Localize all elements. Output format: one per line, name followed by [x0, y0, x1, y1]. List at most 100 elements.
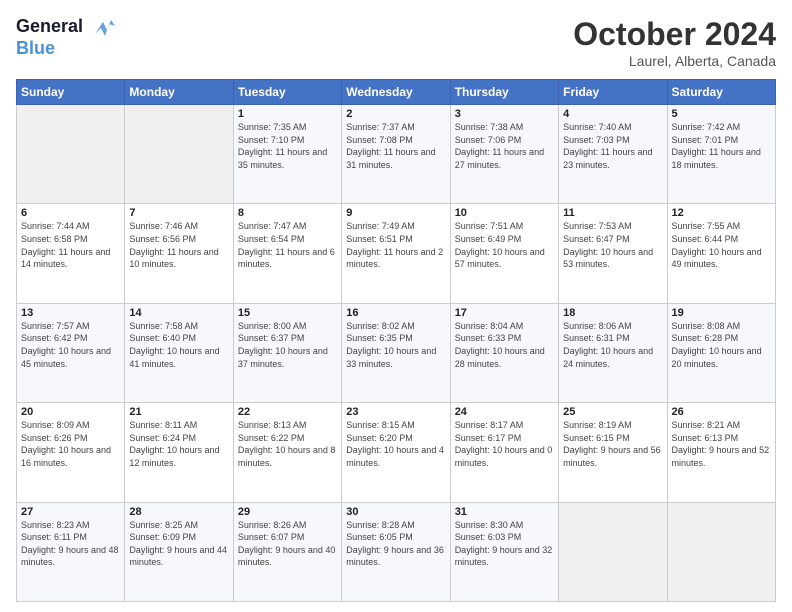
daylight-text: Daylight: 10 hours and 57 minutes.	[455, 247, 545, 270]
daylight-text: Daylight: 9 hours and 32 minutes.	[455, 545, 553, 568]
daylight-text: Daylight: 9 hours and 52 minutes.	[672, 445, 770, 468]
table-row: 2Sunrise: 7:37 AMSunset: 7:08 PMDaylight…	[342, 105, 450, 204]
day-info: Sunrise: 8:08 AMSunset: 6:28 PMDaylight:…	[672, 320, 771, 370]
day-number: 24	[455, 406, 554, 418]
day-number: 11	[563, 207, 662, 219]
table-row: 9Sunrise: 7:49 AMSunset: 6:51 PMDaylight…	[342, 204, 450, 303]
day-info: Sunrise: 7:55 AMSunset: 6:44 PMDaylight:…	[672, 220, 771, 270]
day-info: Sunrise: 7:42 AMSunset: 7:01 PMDaylight:…	[672, 121, 771, 171]
day-info: Sunrise: 8:09 AMSunset: 6:26 PMDaylight:…	[21, 419, 120, 469]
page: General Blue October 2024 Laurel, Albert…	[0, 0, 792, 612]
daylight-text: Daylight: 10 hours and 20 minutes.	[672, 346, 762, 369]
sunset-text: Sunset: 6:20 PM	[346, 433, 413, 443]
month-title: October 2024	[573, 16, 776, 53]
daylight-text: Daylight: 10 hours and 28 minutes.	[455, 346, 545, 369]
table-row: 11Sunrise: 7:53 AMSunset: 6:47 PMDayligh…	[559, 204, 667, 303]
daylight-text: Daylight: 11 hours and 10 minutes.	[129, 247, 218, 270]
day-info: Sunrise: 8:06 AMSunset: 6:31 PMDaylight:…	[563, 320, 662, 370]
day-number: 8	[238, 207, 337, 219]
sunset-text: Sunset: 6:51 PM	[346, 234, 413, 244]
table-row: 25Sunrise: 8:19 AMSunset: 6:15 PMDayligh…	[559, 403, 667, 502]
table-row: 4Sunrise: 7:40 AMSunset: 7:03 PMDaylight…	[559, 105, 667, 204]
day-number: 2	[346, 108, 445, 120]
day-number: 4	[563, 108, 662, 120]
daylight-text: Daylight: 10 hours and 0 minutes.	[455, 445, 553, 468]
daylight-text: Daylight: 11 hours and 23 minutes.	[563, 147, 652, 170]
sunrise-text: Sunrise: 7:47 AM	[238, 221, 307, 231]
day-info: Sunrise: 8:13 AMSunset: 6:22 PMDaylight:…	[238, 419, 337, 469]
col-monday: Monday	[125, 80, 233, 105]
table-row: 30Sunrise: 8:28 AMSunset: 6:05 PMDayligh…	[342, 502, 450, 601]
location: Laurel, Alberta, Canada	[573, 53, 776, 69]
daylight-text: Daylight: 10 hours and 16 minutes.	[21, 445, 111, 468]
day-number: 12	[672, 207, 771, 219]
day-info: Sunrise: 8:00 AMSunset: 6:37 PMDaylight:…	[238, 320, 337, 370]
day-number: 23	[346, 406, 445, 418]
table-row: 13Sunrise: 7:57 AMSunset: 6:42 PMDayligh…	[17, 303, 125, 402]
table-row: 29Sunrise: 8:26 AMSunset: 6:07 PMDayligh…	[233, 502, 341, 601]
col-thursday: Thursday	[450, 80, 558, 105]
table-row	[559, 502, 667, 601]
sunset-text: Sunset: 6:24 PM	[129, 433, 196, 443]
day-info: Sunrise: 8:25 AMSunset: 6:09 PMDaylight:…	[129, 519, 228, 569]
col-saturday: Saturday	[667, 80, 775, 105]
sunset-text: Sunset: 6:58 PM	[21, 234, 88, 244]
sunrise-text: Sunrise: 8:26 AM	[238, 520, 307, 530]
day-info: Sunrise: 7:44 AM Sunset: 6:58 PM Daylight:…	[21, 220, 120, 270]
daylight-text: Daylight: 9 hours and 48 minutes.	[21, 545, 119, 568]
daylight-text: Daylight: 11 hours and 31 minutes.	[346, 147, 435, 170]
daylight-text: Daylight: 10 hours and 24 minutes.	[563, 346, 653, 369]
sunset-text: Sunset: 6:05 PM	[346, 532, 413, 542]
day-info: Sunrise: 8:02 AMSunset: 6:35 PMDaylight:…	[346, 320, 445, 370]
logo-blue: Blue	[16, 38, 115, 59]
daylight-text: Daylight: 11 hours and 14 minutes.	[21, 247, 110, 270]
sunrise-text: Sunrise: 7:44 AM	[21, 221, 90, 231]
sunrise-text: Sunrise: 8:11 AM	[129, 420, 197, 430]
table-row: 27Sunrise: 8:23 AMSunset: 6:11 PMDayligh…	[17, 502, 125, 601]
day-info: Sunrise: 8:11 AM Sunset: 6:24 PM Daylight:…	[129, 419, 228, 469]
daylight-text: Daylight: 11 hours and 18 minutes.	[672, 147, 761, 170]
table-row: 6Sunrise: 7:44 AMSunset: 6:58 PMDaylight…	[17, 204, 125, 303]
day-number: 27	[21, 506, 120, 518]
day-number: 20	[21, 406, 120, 418]
sunset-text: Sunset: 6:47 PM	[563, 234, 630, 244]
day-number: 30	[346, 506, 445, 518]
table-row: 5Sunrise: 7:42 AMSunset: 7:01 PMDaylight…	[667, 105, 775, 204]
logo: General Blue	[16, 16, 115, 59]
sunrise-text: Sunrise: 8:21 AM	[672, 420, 741, 430]
col-tuesday: Tuesday	[233, 80, 341, 105]
table-row: 16Sunrise: 8:02 AMSunset: 6:35 PMDayligh…	[342, 303, 450, 402]
sunrise-text: Sunrise: 7:38 AM	[455, 122, 524, 132]
sunrise-text: Sunrise: 8:28 AM	[346, 520, 415, 530]
day-info: Sunrise: 7:51 AMSunset: 6:49 PMDaylight:…	[455, 220, 554, 270]
calendar-table: Sunday Monday Tuesday Wednesday Thursday…	[16, 79, 776, 602]
sunrise-text: Sunrise: 7:53 AM	[563, 221, 632, 231]
sunrise-text: Sunrise: 7:57 AM	[21, 321, 90, 331]
sunrise-text: Sunrise: 8:04 AM	[455, 321, 524, 331]
sunset-text: Sunset: 6:15 PM	[563, 433, 630, 443]
sunrise-text: Sunrise: 7:37 AM	[346, 122, 415, 132]
table-row: 12Sunrise: 7:55 AMSunset: 6:44 PMDayligh…	[667, 204, 775, 303]
col-wednesday: Wednesday	[342, 80, 450, 105]
daylight-text: Daylight: 10 hours and 12 minutes.	[129, 445, 219, 468]
table-row: 20Sunrise: 8:09 AMSunset: 6:26 PMDayligh…	[17, 403, 125, 502]
day-info: Sunrise: 7:58 AMSunset: 6:40 PMDaylight:…	[129, 320, 228, 370]
calendar-week-row: 6Sunrise: 7:44 AMSunset: 6:58 PMDaylight…	[17, 204, 776, 303]
table-row: 22Sunrise: 8:13 AMSunset: 6:22 PMDayligh…	[233, 403, 341, 502]
calendar-week-row: 20Sunrise: 8:09 AMSunset: 6:26 PMDayligh…	[17, 403, 776, 502]
day-number: 5	[672, 108, 771, 120]
day-info: Sunrise: 8:21 AMSunset: 6:13 PMDaylight:…	[672, 419, 771, 469]
day-info: Sunrise: 7:40 AMSunset: 7:03 PMDaylight:…	[563, 121, 662, 171]
sunrise-text: Sunrise: 8:13 AM	[238, 420, 307, 430]
sunrise-text: Sunrise: 7:51 AM	[455, 221, 524, 231]
daylight-text: Daylight: 10 hours and 45 minutes.	[21, 346, 111, 369]
day-number: 22	[238, 406, 337, 418]
sunrise-text: Sunrise: 8:25 AM	[129, 520, 198, 530]
table-row	[667, 502, 775, 601]
sunset-text: Sunset: 6:42 PM	[21, 333, 88, 343]
day-info: Sunrise: 8:30 AMSunset: 6:03 PMDaylight:…	[455, 519, 554, 569]
day-info: Sunrise: 8:17 AMSunset: 6:17 PMDaylight:…	[455, 419, 554, 469]
col-sunday: Sunday	[17, 80, 125, 105]
day-info: Sunrise: 7:53 AMSunset: 6:47 PMDaylight:…	[563, 220, 662, 270]
day-info: Sunrise: 8:28 AMSunset: 6:05 PMDaylight:…	[346, 519, 445, 569]
